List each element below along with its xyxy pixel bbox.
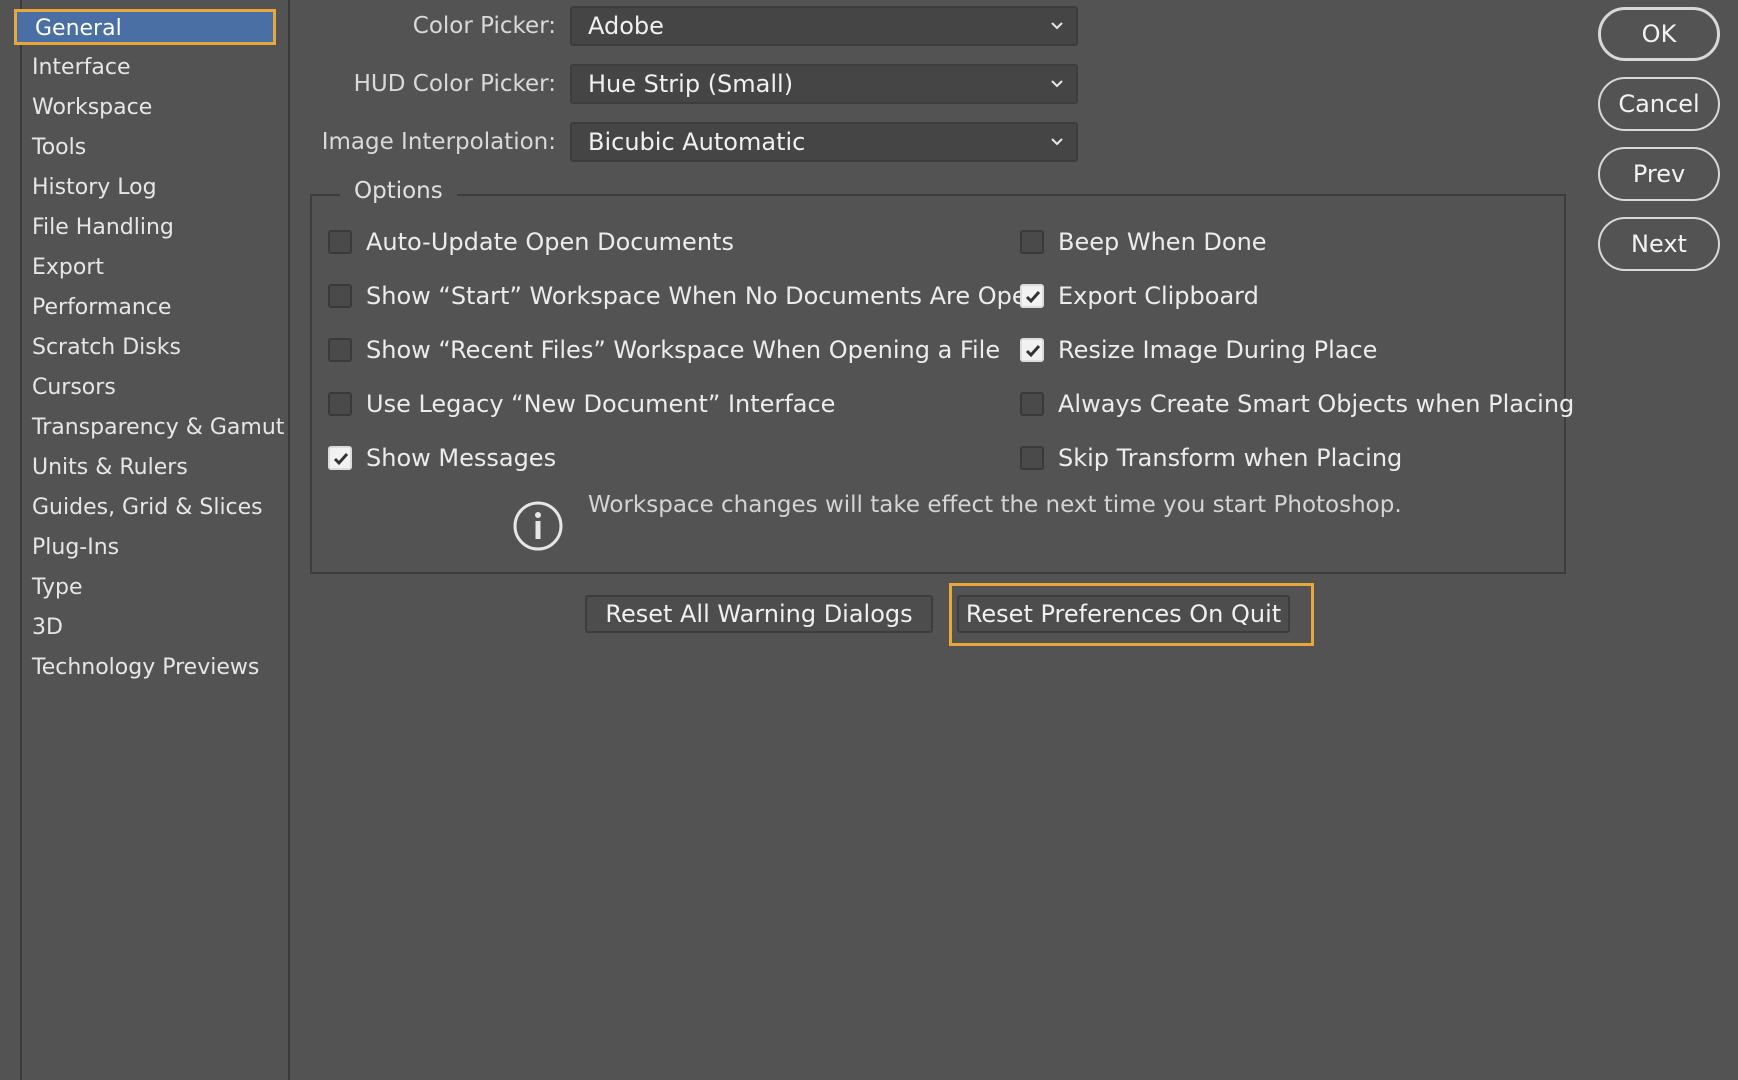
sidebar-item-units-rulers[interactable]: Units & Rulers [22,449,188,487]
sidebar-item-file-handling[interactable]: File Handling [22,209,174,247]
checkmark-icon [1025,291,1041,304]
sidebar-item-interface[interactable]: Interface [22,49,131,87]
checkbox-checked[interactable] [1020,284,1044,308]
hud-color-picker-row: HUD Color Picker: [316,66,556,106]
checkbox[interactable] [328,338,352,362]
option-beep-when-done[interactable]: Beep When Done [1020,224,1267,260]
option-show-messages[interactable]: Show Messages [328,440,556,476]
option-label: Show Messages [366,444,557,472]
option-label: Export Clipboard [1058,282,1259,310]
hud-color-picker-label: HUD Color Picker: [353,71,556,97]
checkbox[interactable] [1020,392,1044,416]
option-auto-update-open-documents[interactable]: Auto-Update Open Documents [328,224,734,260]
checkbox-checked[interactable] [328,446,352,470]
option-label: Resize Image During Place [1058,336,1378,364]
color-picker-select[interactable]: Adobe [570,6,1078,46]
options-legend: Options [340,178,457,204]
image-interpolation-label: Image Interpolation: [321,129,556,155]
option-export-clipboard[interactable]: Export Clipboard [1020,278,1259,314]
option-label: Use Legacy “New Document” Interface [366,390,836,418]
prev-button[interactable]: Prev [1598,147,1720,201]
checkbox[interactable] [328,392,352,416]
option-resize-image-during-place[interactable]: Resize Image During Place [1020,332,1377,368]
preferences-dialog: General Interface Workspace Tools Histor… [0,0,1738,1080]
checkbox[interactable] [328,284,352,308]
checkmark-icon [333,453,349,466]
sidebar-item-guides-grid-slices[interactable]: Guides, Grid & Slices [22,489,263,527]
hud-color-picker-value: Hue Strip (Small) [588,70,794,98]
sidebar-item-transparency-gamut[interactable]: Transparency & Gamut [22,409,284,447]
image-interpolation-select[interactable]: Bicubic Automatic [570,122,1078,162]
image-interpolation-value: Bicubic Automatic [588,128,806,156]
chevron-down-icon [1051,22,1063,30]
cancel-button[interactable]: Cancel [1598,77,1720,131]
sidebar-item-tools[interactable]: Tools [22,129,86,167]
option-label: Beep When Done [1058,228,1267,256]
preferences-sidebar: General Interface Workspace Tools Histor… [14,0,290,1080]
sidebar-item-3d[interactable]: 3D [22,609,63,647]
sidebar-item-performance[interactable]: Performance [22,289,171,327]
option-skip-transform-when-placing[interactable]: Skip Transform when Placing [1020,440,1402,476]
ok-button[interactable]: OK [1598,7,1720,61]
sidebar-item-technology-previews[interactable]: Technology Previews [22,649,259,687]
sidebar-item-workspace[interactable]: Workspace [22,89,152,127]
option-label: Show “Recent Files” Workspace When Openi… [366,336,1001,364]
sidebar-item-cursors[interactable]: Cursors [22,369,116,407]
option-label: Skip Transform when Placing [1058,444,1403,472]
info-icon [513,501,563,551]
color-picker-label: Color Picker: [412,13,556,39]
option-show-recent-files-workspace[interactable]: Show “Recent Files” Workspace When Openi… [328,332,1000,368]
checkbox[interactable] [1020,230,1044,254]
color-picker-row: Color Picker: [316,8,556,48]
image-interpolation-row: Image Interpolation: [316,124,556,164]
option-use-legacy-new-document[interactable]: Use Legacy “New Document” Interface [328,386,835,422]
reset-warning-dialogs-button[interactable]: Reset All Warning Dialogs [585,595,933,633]
reset-preferences-on-quit-button[interactable]: Reset Preferences On Quit [957,595,1290,633]
option-show-start-workspace[interactable]: Show “Start” Workspace When No Documents… [328,278,1042,314]
workspace-info-text: Workspace changes will take effect the n… [588,492,1402,518]
sidebar-item-general[interactable]: General [14,9,276,45]
checkbox-checked[interactable] [1020,338,1044,362]
hud-color-picker-select[interactable]: Hue Strip (Small) [570,64,1078,104]
checkbox[interactable] [1020,446,1044,470]
chevron-down-icon [1051,80,1063,88]
next-button[interactable]: Next [1598,217,1720,271]
option-label: Always Create Smart Objects when Placing [1058,390,1575,418]
option-label: Show “Start” Workspace When No Documents… [366,282,1042,310]
sidebar-item-plug-ins[interactable]: Plug-Ins [22,529,119,567]
option-label: Auto-Update Open Documents [366,228,734,256]
sidebar-item-history-log[interactable]: History Log [22,169,157,207]
color-picker-value: Adobe [588,12,664,40]
sidebar-item-scratch-disks[interactable]: Scratch Disks [22,329,181,367]
sidebar-item-type[interactable]: Type [22,569,83,607]
chevron-down-icon [1051,138,1063,146]
checkmark-icon [1025,345,1041,358]
sidebar-item-export[interactable]: Export [22,249,104,287]
checkbox[interactable] [328,230,352,254]
option-always-create-smart-objects[interactable]: Always Create Smart Objects when Placing [1020,386,1574,422]
